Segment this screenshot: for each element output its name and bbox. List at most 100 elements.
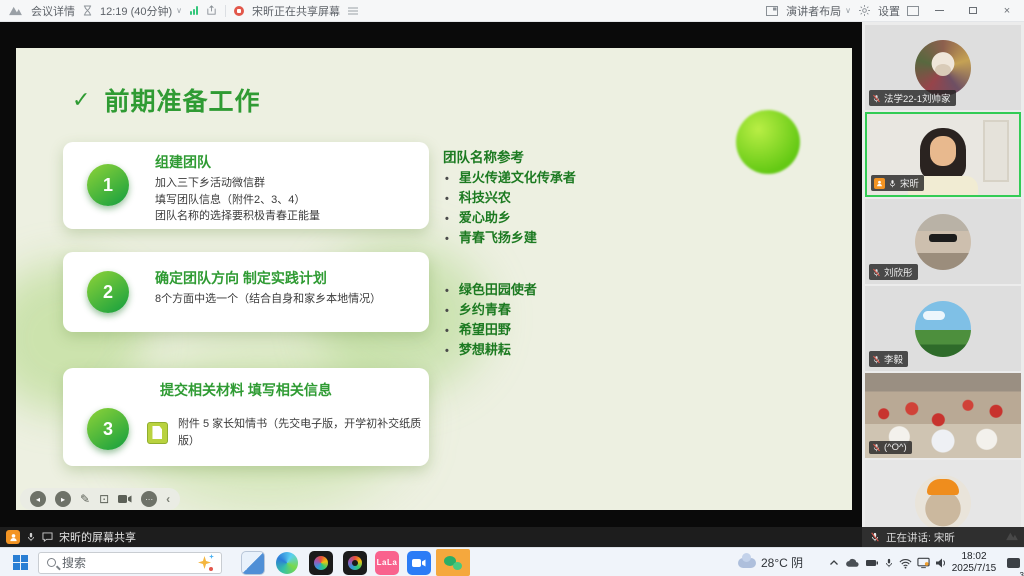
layout-caret-icon[interactable]: ∨: [845, 6, 851, 15]
wechat-icon: [444, 556, 462, 570]
taskbar-search-input[interactable]: 搜索: [38, 552, 222, 574]
mic-on-icon: [888, 179, 897, 188]
slide-title-text: 前期准备工作: [104, 82, 260, 118]
reference-item: 星火传递文化传承者: [443, 168, 576, 188]
close-button[interactable]: ×: [994, 1, 1020, 21]
system-tray: [828, 548, 947, 576]
taskbar-weather[interactable]: 28°C 阴: [738, 548, 803, 576]
camera-icon[interactable]: [118, 494, 132, 504]
participant-name-tag: 宋昕: [871, 175, 924, 191]
pencil-annotate-icon[interactable]: ✎: [80, 492, 90, 506]
presentation-slide: ✓ 前期准备工作 1 组建团队 加入三下乡活动微信群 填写团队信息（附件2、3、…: [16, 48, 852, 510]
participant-tile-active-speaker[interactable]: 宋昕: [865, 112, 1021, 197]
tray-screen-notification-icon[interactable]: [917, 557, 930, 569]
participant-name-tag: 刘欣彤: [869, 264, 918, 280]
copilot-sparkle-icon[interactable]: [196, 554, 214, 572]
step-line: 附件 5 家长知情书（先交电子版，开学初补交纸质版）: [178, 416, 429, 449]
slide-title: ✓ 前期准备工作: [72, 82, 260, 118]
tray-cloud-icon[interactable]: [845, 557, 860, 569]
avatar: [915, 301, 971, 357]
participant-name-tag: 李毅: [869, 351, 908, 367]
mic-muted-icon: [872, 268, 881, 277]
collapse-toolbar-icon[interactable]: ‹: [166, 492, 170, 506]
speaking-now-label: 正在讲话: 宋昕: [886, 530, 955, 545]
step-card-1: 1 组建团队 加入三下乡活动微信群 填写团队信息（附件2、3、4） 团队名称的选…: [63, 142, 429, 229]
taskbar-app-voov-meeting[interactable]: [406, 550, 432, 576]
meeting-details-link[interactable]: 会议详情: [31, 3, 75, 19]
windows-logo-icon: [13, 555, 28, 570]
participant-tile[interactable]: [865, 460, 1021, 527]
sharer-avatar-icon: [6, 530, 20, 544]
layout-icon: [766, 6, 778, 16]
team-name-reference-list-2: 绿色田园使者 乡约青春 希望田野 梦想耕耘: [443, 280, 537, 361]
notification-center-button[interactable]: 3: [1004, 548, 1022, 576]
voov-camera-icon: [412, 558, 426, 568]
tray-wifi-icon[interactable]: [899, 557, 912, 569]
minimize-button[interactable]: [926, 1, 952, 21]
share-menu-icon[interactable]: [348, 7, 358, 15]
participant-name: 李毅: [884, 352, 903, 366]
timer-caret-icon[interactable]: ∨: [176, 6, 182, 15]
weather-cloud-icon: [738, 558, 756, 568]
taskbar-app-pink[interactable]: LaLa: [374, 550, 400, 576]
prev-slide-button[interactable]: ◂: [30, 491, 46, 507]
tray-mic-icon[interactable]: [884, 557, 894, 569]
bottom-strip: 宋昕的屏幕共享 正在讲话: 宋昕: [0, 527, 1024, 547]
divider: [225, 5, 226, 17]
participant-name-tag: (^O^): [869, 441, 912, 454]
voov-logo-icon: [8, 5, 23, 16]
speaker-layout-button[interactable]: 演讲者布局: [786, 3, 841, 19]
participant-name-tag: 法学22-1刘帅家: [869, 90, 956, 106]
taskbar-app-dark-2[interactable]: [342, 550, 368, 576]
step-line: 团队名称的选择要积极青春正能量: [155, 208, 421, 225]
video-background: [983, 120, 1009, 182]
participant-tile[interactable]: 刘欣彤: [865, 199, 1021, 284]
meeting-timer[interactable]: 12:19 (40分钟): [100, 3, 172, 19]
taskbar-app-edge[interactable]: [274, 550, 300, 576]
reference-item: 爱心助乡: [443, 208, 576, 228]
document-icon: [147, 422, 168, 444]
participant-name: 宋昕: [900, 176, 919, 190]
participant-tile[interactable]: 李毅: [865, 286, 1021, 371]
step-card-2: 2 确定团队方向 制定实践计划 8个方面中选一个（结合自身和家乡本地情况）: [63, 252, 429, 332]
shared-screen-area: ✓ 前期准备工作 1 组建团队 加入三下乡活动微信群 填写团队信息（附件2、3、…: [0, 22, 862, 527]
chat-icon[interactable]: [42, 532, 53, 542]
slide-toolbar: ◂ ▸ ✎ ⊡ ··· ‹: [20, 488, 180, 510]
tray-chevron-up-icon[interactable]: [828, 557, 840, 569]
participant-tile[interactable]: 法学22-1刘帅家: [865, 25, 1021, 110]
settings-button[interactable]: 设置: [878, 3, 900, 19]
step-line: 加入三下乡活动微信群: [155, 175, 421, 192]
laser-frame-icon[interactable]: ⊡: [99, 492, 109, 506]
step-number-badge: 3: [87, 408, 129, 450]
start-button[interactable]: [6, 548, 34, 576]
maximize-button[interactable]: [960, 1, 986, 21]
mic-icon[interactable]: [26, 532, 36, 542]
mic-muted-icon: [872, 355, 881, 364]
export-icon[interactable]: [206, 5, 217, 16]
taskbar-clock[interactable]: 18:02 2025/7/15: [946, 548, 1002, 576]
mic-muted-icon: [872, 443, 881, 452]
taskbar-app-dark-1[interactable]: [308, 550, 334, 576]
weather-text: 28°C 阴: [761, 554, 803, 571]
team-name-reference-list-1: 团队名称参考 星火传递文化传承者 科技兴农 爱心助乡 青春飞扬乡建: [443, 146, 576, 249]
taskbar-app-card[interactable]: [240, 550, 266, 576]
taskbar-app-wechat-highlighted[interactable]: [436, 549, 470, 576]
notification-icon: [1007, 558, 1020, 568]
step-number-badge: 1: [87, 164, 129, 206]
notification-count: 3: [1020, 571, 1024, 576]
hourglass-icon: [83, 5, 92, 16]
step-card-3: 提交相关材料 填写相关信息 3 附件 5 家长知情书（先交电子版，开学初补交纸质…: [63, 368, 429, 466]
reference-title: 团队名称参考: [443, 146, 576, 166]
step-title: 组建团队: [155, 152, 421, 172]
tray-battery-icon[interactable]: [865, 557, 879, 569]
meeting-topbar: 会议详情 12:19 (40分钟) ∨ 宋昕正在共享屏幕 演讲者布局 ∨: [0, 0, 1024, 22]
participant-tile-group-video[interactable]: (^O^): [865, 373, 1021, 458]
more-options-button[interactable]: ···: [141, 491, 157, 507]
participant-name: 法学22-1刘帅家: [884, 91, 951, 105]
step-title: 确定团队方向 制定实践计划: [155, 268, 421, 288]
host-badge-icon: [874, 178, 885, 189]
network-signal-icon[interactable]: [190, 6, 198, 15]
next-slide-button[interactable]: ▸: [55, 491, 71, 507]
fullscreen-icon[interactable]: [908, 6, 918, 16]
sharing-indicator-icon: [234, 6, 244, 16]
